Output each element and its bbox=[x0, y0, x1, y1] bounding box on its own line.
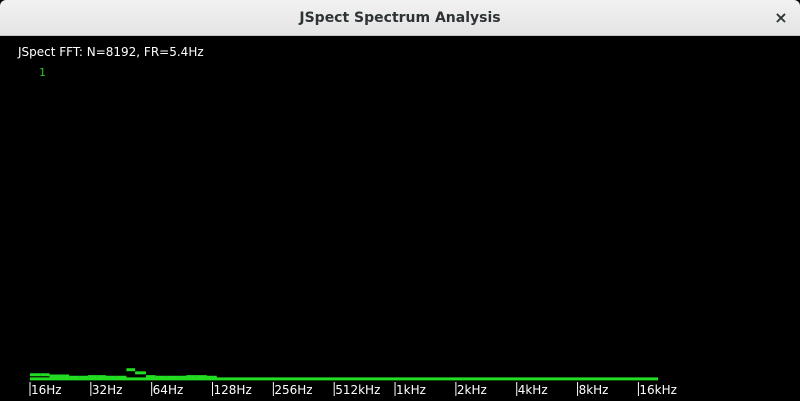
spectrum-bar bbox=[116, 375, 127, 379]
spectrum-bar bbox=[49, 374, 60, 378]
spectrum-bar bbox=[105, 375, 117, 379]
spectrum-bar bbox=[166, 375, 177, 379]
spectrum-bar bbox=[155, 375, 167, 379]
spectrum-panel: JSpect FFT: N=8192, FR=5.4Hz 1 16Hz 32Hz 6… bbox=[0, 36, 800, 401]
spectrum-bar bbox=[88, 375, 97, 379]
spectrum-bar bbox=[186, 375, 197, 379]
spectrum-bar bbox=[126, 368, 136, 372]
x-tick-label: 16kHz bbox=[639, 383, 677, 397]
x-tick-label: 16Hz bbox=[31, 383, 62, 397]
spectrum-bar bbox=[146, 375, 156, 379]
x-tick-label: 32Hz bbox=[92, 383, 123, 397]
x-tick-label: 2kHz bbox=[457, 383, 487, 397]
x-tick-label: 128Hz bbox=[214, 383, 252, 397]
spectrum-bar bbox=[206, 375, 217, 379]
x-tick-label: 4kHz bbox=[518, 383, 548, 397]
spectrum-bar bbox=[96, 375, 106, 379]
spectrum-chart: 16Hz 32Hz 64Hz 128Hz 256Hz 512kHz 1kHz 2kHz 4kHz… bbox=[29, 368, 677, 397]
spectrum-bar bbox=[176, 375, 187, 379]
x-tick-label: 64Hz bbox=[153, 383, 184, 397]
close-icon[interactable]: × bbox=[770, 7, 792, 29]
window-title: JSpect Spectrum Analysis bbox=[299, 10, 501, 26]
title-bar[interactable]: JSpect Spectrum Analysis × bbox=[0, 0, 800, 36]
spectrum-bar bbox=[40, 373, 50, 377]
app-window: JSpect Spectrum Analysis × JSpect FFT: N… bbox=[0, 0, 800, 401]
spectrum-bar bbox=[30, 373, 41, 377]
spectrum-bar bbox=[59, 374, 70, 378]
spectrum-bar bbox=[135, 371, 147, 375]
spectrum-bar bbox=[69, 375, 80, 379]
x-tick-label: 256Hz bbox=[274, 383, 312, 397]
x-tick-label: 1kHz bbox=[396, 383, 426, 397]
spectrum-bar bbox=[196, 375, 207, 379]
spectrum-bar bbox=[79, 375, 89, 379]
x-tick-label: 8kHz bbox=[579, 383, 609, 397]
x-tick-label: 512kHz bbox=[335, 383, 380, 397]
